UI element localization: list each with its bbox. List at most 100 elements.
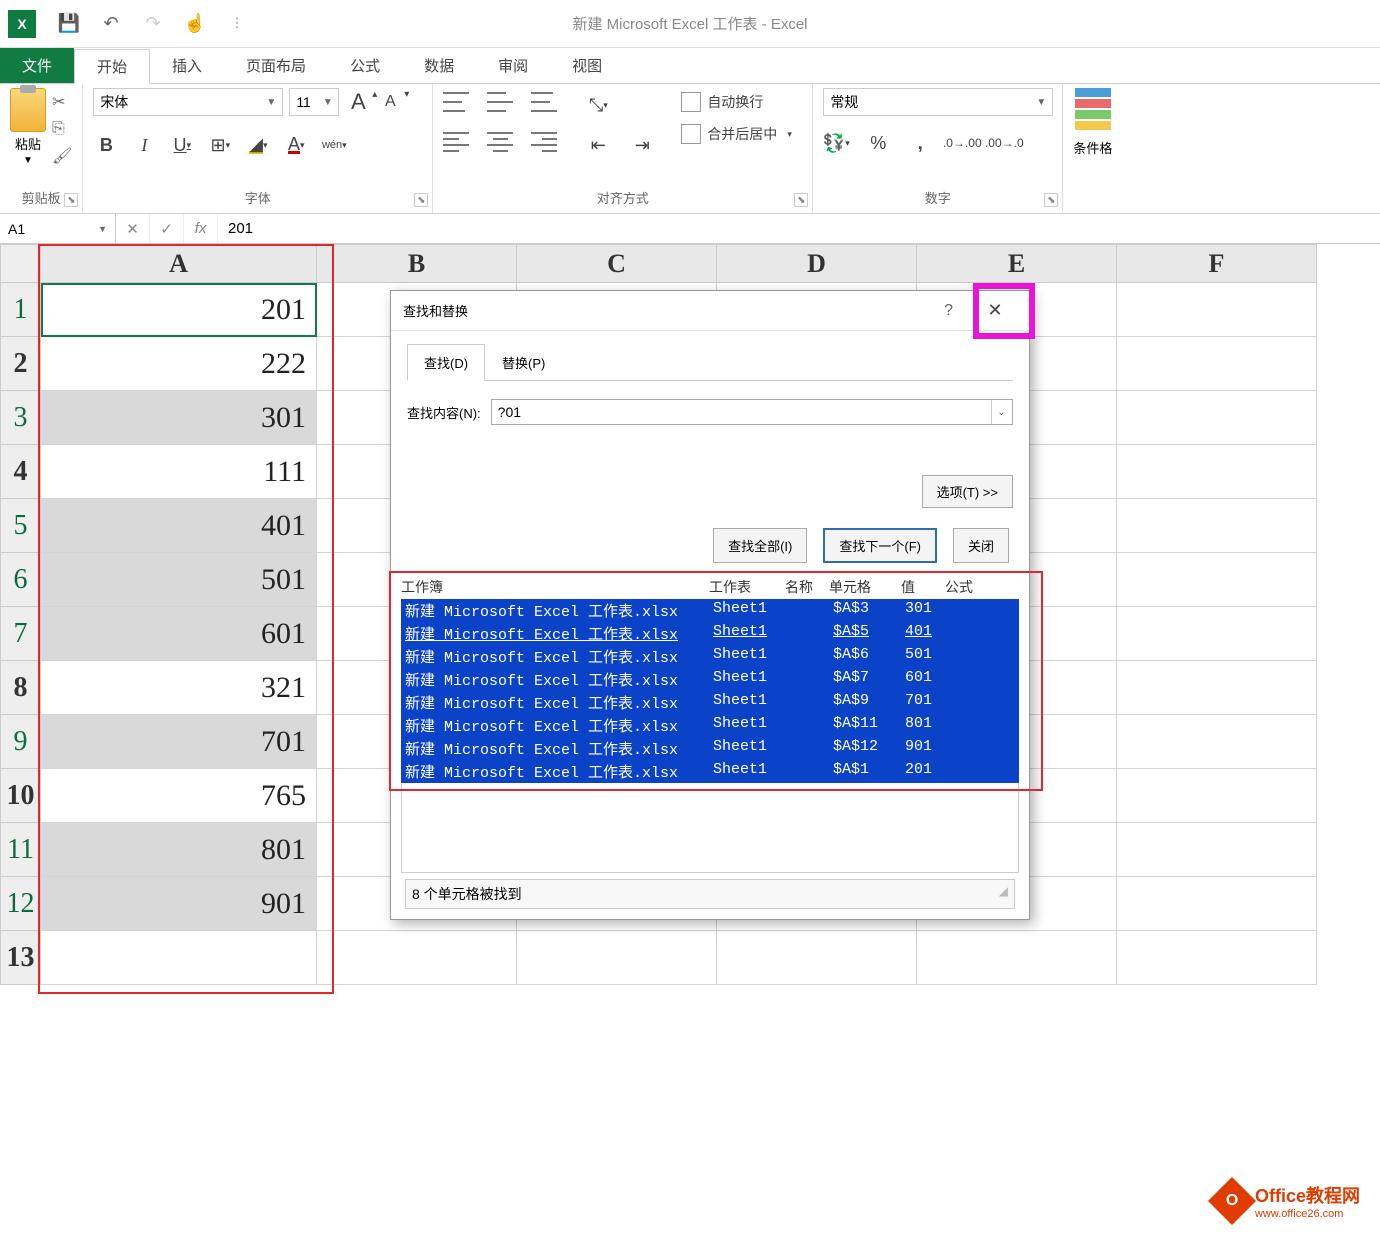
cell[interactable]: [1117, 283, 1317, 337]
dialog-titlebar[interactable]: 查找和替换 ? ✕: [391, 291, 1029, 331]
cut-icon[interactable]: ✂: [52, 92, 72, 112]
format-painter-icon[interactable]: 🖌: [52, 146, 72, 166]
fill-color-button[interactable]: ◢▾: [245, 132, 271, 158]
header-value[interactable]: 值: [901, 577, 945, 597]
decrease-font-button[interactable]: A▾: [377, 89, 403, 115]
borders-button[interactable]: ⊞▾: [207, 132, 233, 158]
cell[interactable]: [41, 931, 317, 985]
cell[interactable]: [917, 931, 1117, 985]
tab-page-layout[interactable]: 页面布局: [224, 48, 328, 83]
font-name-combo[interactable]: 宋体▼: [93, 88, 283, 116]
accounting-format-button[interactable]: 💱▾: [823, 130, 849, 156]
number-launcher[interactable]: ⬊: [1044, 193, 1058, 207]
indent-decrease-button[interactable]: ⇤: [585, 132, 611, 158]
resize-grip-icon[interactable]: ◢: [999, 884, 1008, 904]
align-right-button[interactable]: [531, 132, 557, 152]
phonetic-button[interactable]: wén▾: [321, 132, 347, 158]
close-button[interactable]: ✕: [973, 291, 1017, 331]
row-header[interactable]: 13: [1, 931, 41, 985]
comma-button[interactable]: ,: [907, 130, 933, 156]
cell[interactable]: 801: [41, 823, 317, 877]
row-header[interactable]: 9: [1, 715, 41, 769]
result-row[interactable]: 新建 Microsoft Excel 工作表.xlsx Sheet1 $A$6 …: [401, 645, 1019, 668]
italic-button[interactable]: I: [131, 132, 157, 158]
row-header[interactable]: 6: [1, 553, 41, 607]
cell[interactable]: 301: [41, 391, 317, 445]
column-header[interactable]: D: [717, 245, 917, 283]
result-row[interactable]: 新建 Microsoft Excel 工作表.xlsx Sheet1 $A$12…: [401, 737, 1019, 760]
help-button[interactable]: ?: [944, 302, 953, 320]
tab-replace[interactable]: 替换(P): [485, 344, 562, 381]
increase-decimal-button[interactable]: .0→.00: [949, 130, 975, 156]
align-center-button[interactable]: [487, 132, 513, 152]
align-top-button[interactable]: [443, 92, 469, 112]
cell[interactable]: [1117, 337, 1317, 391]
fx-button[interactable]: fx: [184, 214, 218, 243]
tab-data[interactable]: 数据: [402, 48, 476, 83]
results-list[interactable]: 新建 Microsoft Excel 工作表.xlsx Sheet1 $A$3 …: [401, 599, 1019, 783]
undo-button[interactable]: ↶: [96, 9, 126, 39]
alignment-launcher[interactable]: ⬊: [794, 193, 808, 207]
row-header[interactable]: 8: [1, 661, 41, 715]
formula-input[interactable]: 201: [218, 214, 1380, 243]
tab-home[interactable]: 开始: [74, 49, 150, 84]
cell[interactable]: [1117, 823, 1317, 877]
result-row[interactable]: 新建 Microsoft Excel 工作表.xlsx Sheet1 $A$1 …: [401, 760, 1019, 783]
cell[interactable]: [317, 931, 517, 985]
cell[interactable]: 765: [41, 769, 317, 823]
row-header[interactable]: 4: [1, 445, 41, 499]
conditional-format-icon[interactable]: [1075, 88, 1111, 132]
increase-font-button[interactable]: A▴: [345, 89, 371, 115]
paste-button[interactable]: 粘贴 ▼: [10, 88, 46, 166]
column-header[interactable]: C: [517, 245, 717, 283]
cell[interactable]: [1117, 553, 1317, 607]
decrease-decimal-button[interactable]: .00→.0: [991, 130, 1017, 156]
find-all-button[interactable]: 查找全部(I): [713, 528, 807, 563]
align-bottom-button[interactable]: [531, 92, 557, 112]
column-header[interactable]: E: [917, 245, 1117, 283]
result-row[interactable]: 新建 Microsoft Excel 工作表.xlsx Sheet1 $A$9 …: [401, 691, 1019, 714]
column-header[interactable]: F: [1117, 245, 1317, 283]
row-header[interactable]: 11: [1, 823, 41, 877]
result-row[interactable]: 新建 Microsoft Excel 工作表.xlsx Sheet1 $A$11…: [401, 714, 1019, 737]
cell[interactable]: [1117, 499, 1317, 553]
result-row[interactable]: 新建 Microsoft Excel 工作表.xlsx Sheet1 $A$3 …: [401, 599, 1019, 622]
enter-button[interactable]: ✓: [150, 214, 184, 243]
result-row[interactable]: 新建 Microsoft Excel 工作表.xlsx Sheet1 $A$7 …: [401, 668, 1019, 691]
orientation-button[interactable]: ⤡▾: [585, 92, 611, 118]
column-header[interactable]: B: [317, 245, 517, 283]
merge-center-button[interactable]: 合并后居中▾: [681, 124, 792, 144]
cell[interactable]: [517, 931, 717, 985]
cell[interactable]: [717, 931, 917, 985]
tab-insert[interactable]: 插入: [150, 48, 224, 83]
number-format-combo[interactable]: 常规▼: [823, 88, 1053, 116]
align-left-button[interactable]: [443, 132, 469, 152]
tab-review[interactable]: 审阅: [476, 48, 550, 83]
indent-increase-button[interactable]: ⇥: [629, 132, 655, 158]
chevron-down-icon[interactable]: ⌄: [991, 400, 1011, 424]
cell[interactable]: [1117, 391, 1317, 445]
cell[interactable]: 111: [41, 445, 317, 499]
clipboard-launcher[interactable]: ⬊: [64, 193, 78, 207]
tab-file[interactable]: 文件: [0, 48, 74, 83]
copy-icon[interactable]: ⎘: [52, 120, 72, 138]
find-input[interactable]: ?01 ⌄: [491, 399, 1013, 425]
cell[interactable]: [1117, 715, 1317, 769]
font-launcher[interactable]: ⬊: [414, 193, 428, 207]
cell[interactable]: 701: [41, 715, 317, 769]
header-workbook[interactable]: 工作簿: [401, 577, 709, 597]
align-middle-button[interactable]: [487, 92, 513, 112]
header-name[interactable]: 名称: [785, 577, 829, 597]
find-next-button[interactable]: 查找下一个(F): [823, 528, 937, 563]
redo-button[interactable]: ↷: [138, 9, 168, 39]
select-all-corner[interactable]: [1, 245, 41, 283]
name-box[interactable]: A1▼: [0, 214, 116, 243]
cell[interactable]: 401: [41, 499, 317, 553]
header-cell[interactable]: 单元格: [829, 577, 901, 597]
font-size-combo[interactable]: 11▼: [289, 88, 339, 116]
row-header[interactable]: 2: [1, 337, 41, 391]
cell[interactable]: 901: [41, 877, 317, 931]
row-header[interactable]: 1: [1, 283, 41, 337]
cancel-button[interactable]: ✕: [116, 214, 150, 243]
options-button[interactable]: 选项(T) >>: [922, 475, 1013, 508]
